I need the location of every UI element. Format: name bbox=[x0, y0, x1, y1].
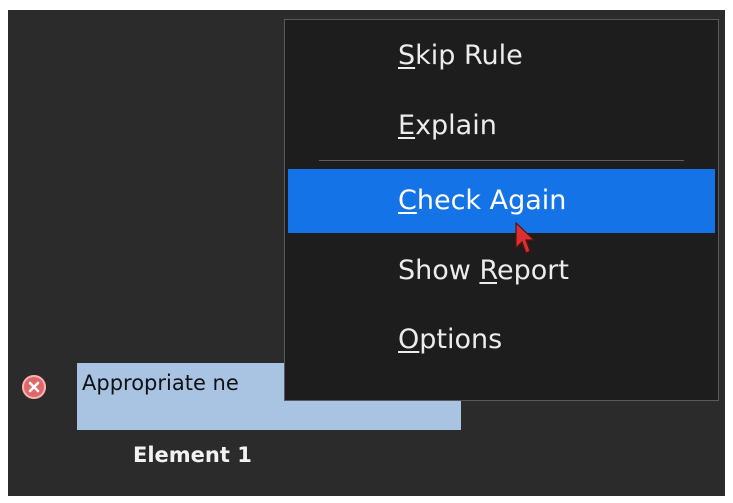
context-menu: Skip Rule Explain Check Again Show Repor… bbox=[284, 19, 719, 401]
arrow-pointer-icon bbox=[515, 222, 536, 254]
menu-item-check-again[interactable]: Check Again bbox=[288, 169, 715, 233]
element-label[interactable]: Element 1 bbox=[133, 443, 252, 467]
menu-item-skip-rule[interactable]: Skip Rule bbox=[288, 24, 715, 88]
issue-label: Appropriate ne bbox=[82, 371, 239, 395]
menu-item-explain[interactable]: Explain bbox=[288, 94, 715, 158]
menu-item-options[interactable]: Options bbox=[288, 308, 715, 372]
menu-separator bbox=[319, 160, 684, 161]
error-x-icon bbox=[22, 375, 46, 399]
menu-item-show-report[interactable]: Show Report bbox=[288, 239, 715, 303]
